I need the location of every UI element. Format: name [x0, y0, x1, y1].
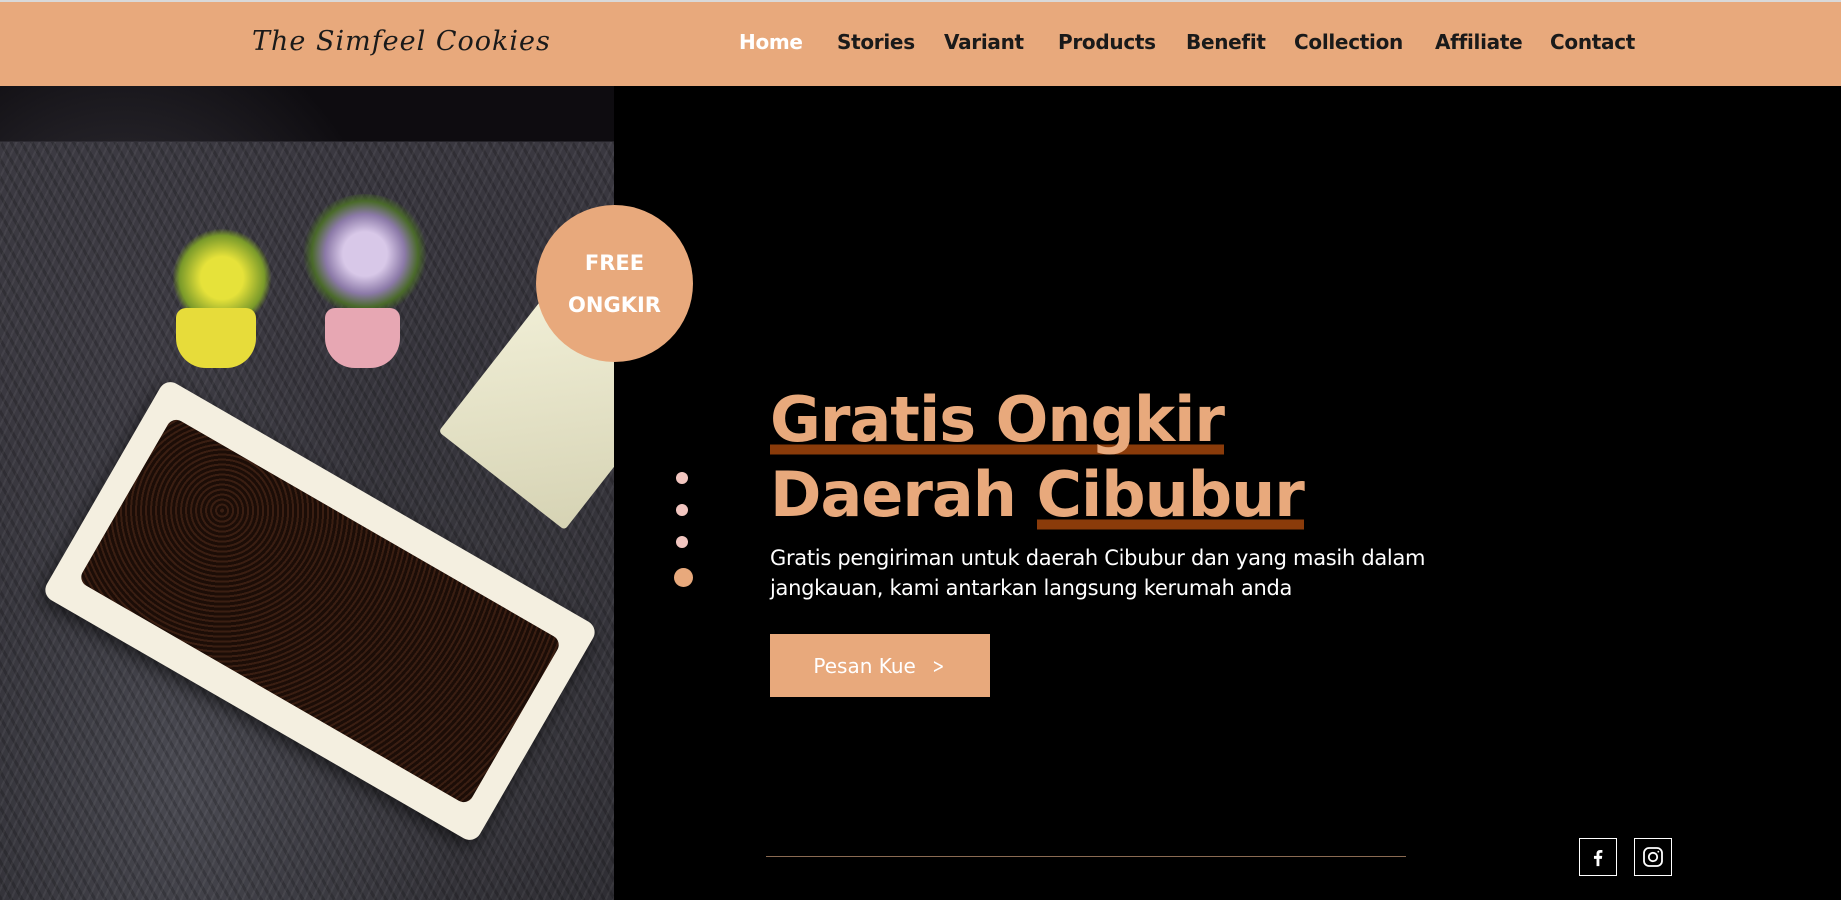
footer-divider	[766, 856, 1406, 857]
chevron-right-icon: >	[932, 653, 945, 678]
nav-item-products[interactable]: Products	[1058, 30, 1156, 54]
pesan-kue-button[interactable]: Pesan Kue >	[770, 634, 990, 697]
hero-headline: Gratis Ongkir Daerah Cibubur	[770, 382, 1490, 532]
nav-item-collection[interactable]: Collection	[1294, 30, 1403, 54]
nav-item-home[interactable]: Home	[739, 30, 803, 54]
slider-dot-3[interactable]	[676, 536, 688, 548]
facebook-icon	[1593, 849, 1603, 867]
brand-logo[interactable]: The Simfeel Cookies	[252, 26, 551, 57]
facebook-link[interactable]	[1579, 838, 1617, 876]
headline-highlight-2: Cibubur	[1036, 458, 1305, 531]
nav-item-contact[interactable]: Contact	[1550, 30, 1635, 54]
hero-subtext: Gratis pengiriman untuk daerah Cibubur d…	[770, 546, 1426, 600]
nav-item-stories[interactable]: Stories	[837, 30, 915, 54]
nav-item-benefit[interactable]: Benefit	[1186, 30, 1266, 54]
purple-flowers	[300, 194, 430, 314]
badge-line-1: FREE	[584, 250, 645, 275]
site-header: The Simfeel Cookies Home Stories Variant…	[0, 0, 1841, 86]
headline-highlight-1: Gratis Ongkir	[770, 383, 1225, 456]
yellow-vase	[176, 308, 256, 368]
hero-cake-photo	[0, 86, 614, 900]
slider-dot-4[interactable]	[674, 568, 693, 587]
nav-item-affiliate[interactable]: Affiliate	[1435, 30, 1523, 54]
pink-vase	[325, 308, 400, 368]
instagram-icon	[1643, 847, 1663, 867]
headline-rest: Daerah	[770, 458, 1037, 531]
slider-dot-2[interactable]	[676, 504, 688, 516]
cta-label: Pesan Kue	[813, 653, 916, 678]
free-ongkir-badge: FREE ONGKIR	[536, 205, 693, 362]
nav-item-variant[interactable]: Variant	[944, 30, 1024, 54]
badge-line-2: ONGKIR	[568, 292, 661, 317]
instagram-link[interactable]	[1634, 838, 1672, 876]
slider-dot-1[interactable]	[676, 472, 688, 484]
